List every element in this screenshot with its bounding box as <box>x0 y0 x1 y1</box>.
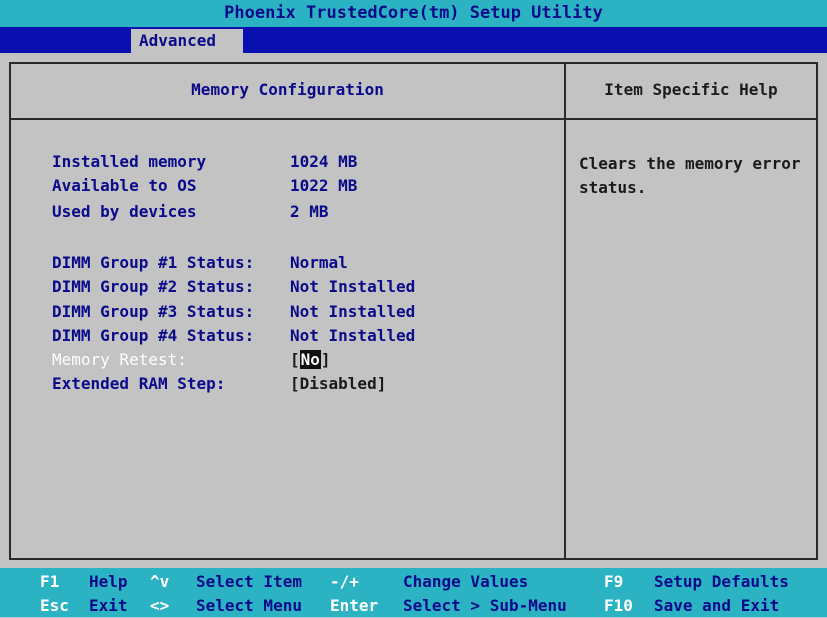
memory-configuration-title: Memory Configuration <box>191 80 384 99</box>
f1-key[interactable]: F1 <box>40 570 59 594</box>
memory-retest-bracket-close: ] <box>320 350 331 369</box>
extended-ram-step-label[interactable]: Extended RAM Step: <box>52 372 225 396</box>
tab-advanced[interactable]: Advanced <box>131 29 243 53</box>
dimm-group-2-row: DIMM Group #2 Status: Not Installed <box>52 275 415 299</box>
dimm-group-2-label: DIMM Group #2 Status: <box>52 277 255 296</box>
app-title: Phoenix TrustedCore(tm) Setup Utility <box>0 0 827 27</box>
dimm-group-1-label: DIMM Group #1 Status: <box>52 253 255 272</box>
select-menu-label: Select Menu <box>196 596 302 615</box>
extended-ram-step-value[interactable]: [Disabled] <box>290 372 386 396</box>
f10-key[interactable]: F10 <box>604 594 633 618</box>
dimm-group-4-label: DIMM Group #4 Status: <box>52 326 255 345</box>
extended-ram-step-row[interactable]: Extended RAM Step: [Disabled] <box>52 372 386 396</box>
used-by-devices-label: Used by devices <box>52 202 197 221</box>
installed-memory-label: Installed memory <box>52 152 207 171</box>
memory-retest-label[interactable]: Memory Retest: <box>52 348 187 372</box>
memory-retest-value[interactable]: [No] <box>290 348 331 372</box>
esc-key[interactable]: Esc <box>40 594 69 618</box>
memory-retest-bracket-open: [ <box>290 350 300 369</box>
save-and-exit-label: Save and Exit <box>654 596 780 615</box>
select-sub-menu-label: Select > Sub-Menu <box>403 596 567 615</box>
f9-key[interactable]: F9 <box>604 570 623 594</box>
f1-help-label: Help <box>89 572 128 591</box>
select-item-label: Select Item <box>196 572 302 591</box>
dimm-group-4-value: Not Installed <box>290 326 416 345</box>
up-down-arrow-icon[interactable]: ^v <box>150 570 169 594</box>
change-values-label: Change Values <box>403 572 529 591</box>
setup-defaults-label: Setup Defaults <box>654 572 789 591</box>
footer-keys: F1 Help ^v Select Item -/+ Change Values… <box>0 568 827 617</box>
dimm-group-1-row: DIMM Group #1 Status: Normal <box>52 251 348 275</box>
available-to-os-row: Available to OS 1022 MB <box>52 174 357 198</box>
available-to-os-label: Available to OS <box>52 176 197 195</box>
dimm-group-3-label: DIMM Group #3 Status: <box>52 302 255 321</box>
enter-key[interactable]: Enter <box>330 594 378 618</box>
used-by-devices-value: 2 MB <box>290 202 329 221</box>
available-to-os-value: 1022 MB <box>290 176 358 195</box>
memory-retest-selected-value[interactable]: No <box>299 350 321 369</box>
panel-divider-vertical <box>564 62 566 560</box>
dimm-group-4-row: DIMM Group #4 Status: Not Installed <box>52 324 415 348</box>
item-specific-help-title: Item Specific Help <box>604 80 778 99</box>
left-right-arrow-icon[interactable]: <> <box>150 594 169 618</box>
menu-bar: Advanced <box>0 27 827 53</box>
minus-plus-key[interactable]: -/+ <box>330 570 359 594</box>
dimm-group-3-value: Not Installed <box>290 302 416 321</box>
installed-memory-row: Installed memory 1024 MB <box>52 150 357 174</box>
dimm-group-2-value: Not Installed <box>290 277 416 296</box>
used-by-devices-row: Used by devices 2 MB <box>52 200 329 224</box>
memory-retest-row[interactable]: Memory Retest: [No] <box>52 348 331 372</box>
help-text: Clears the memory error status. <box>579 154 811 197</box>
panel-divider-horizontal <box>9 118 818 120</box>
dimm-group-1-value: Normal <box>290 253 348 272</box>
installed-memory-value: 1024 MB <box>290 152 358 171</box>
exit-label: Exit <box>89 596 128 615</box>
dimm-group-3-row: DIMM Group #3 Status: Not Installed <box>52 300 415 324</box>
